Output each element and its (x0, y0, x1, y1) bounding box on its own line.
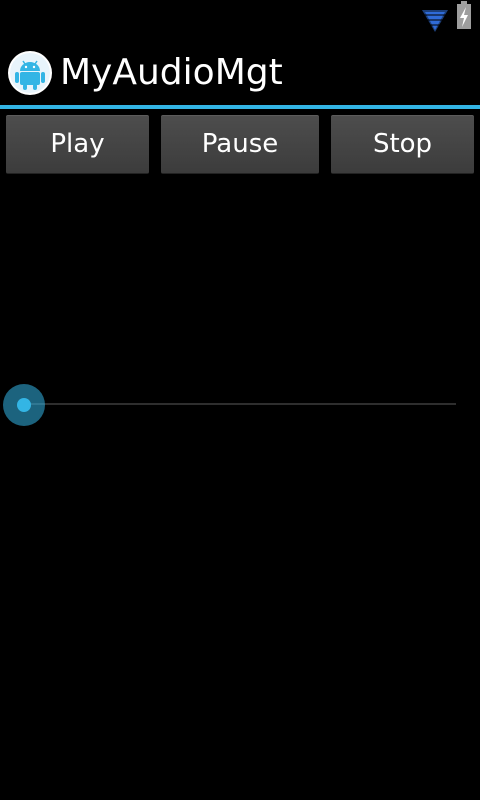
seekbar-track[interactable] (24, 403, 456, 405)
stop-button[interactable]: Stop (331, 115, 474, 174)
pause-button[interactable]: Pause (161, 115, 319, 174)
status-bar (0, 0, 480, 38)
battery-charging-icon (455, 1, 473, 31)
action-bar-divider (0, 105, 480, 109)
seekbar[interactable] (0, 380, 480, 430)
play-button[interactable]: Play (6, 115, 149, 174)
app-title: MyAudioMgt (60, 52, 283, 93)
wifi-icon (421, 4, 449, 34)
seekbar-thumb[interactable] (17, 398, 31, 412)
android-icon[interactable] (7, 50, 53, 96)
action-bar: MyAudioMgt (0, 38, 480, 106)
